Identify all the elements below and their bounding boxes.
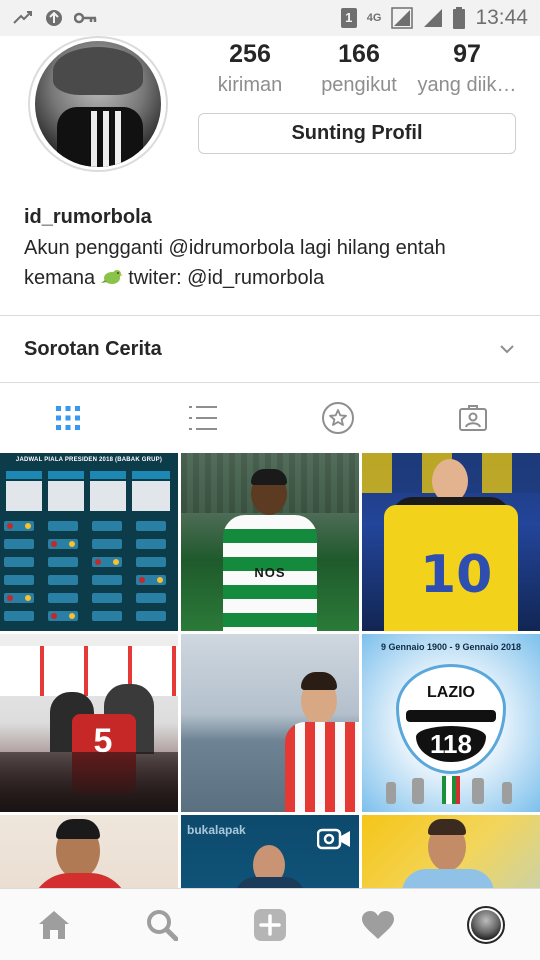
nav-add-post[interactable] [216,889,324,960]
post-bukalapak-players[interactable]: bukalapak [181,815,359,888]
following-label: yang diik… [417,74,517,96]
posts-label: kiriman [217,74,283,96]
nav-profile[interactable] [432,889,540,960]
player-shirt [402,869,494,888]
list-icon [188,406,217,430]
lazio-title: LAZIO [427,684,475,701]
nav-activity[interactable] [324,889,432,960]
tab-saved[interactable] [270,383,405,453]
profile-tabs [0,383,540,453]
add-post-icon [254,908,286,941]
status-bar-right: 1 4G 13:44 [340,6,528,30]
post-red-shirt-press[interactable]: 5 [0,634,178,812]
activity-heart-icon [362,910,394,939]
highlights-title: Sorotan Cerita [24,337,162,360]
post-player-seaside[interactable] [181,634,359,812]
tab-grid[interactable] [0,383,135,453]
status-bar-left [12,8,98,28]
avatar-stripe [103,111,109,167]
posts-count: 256 [229,40,271,68]
post-caption: JADWAL PIALA PRESIDEN 2018 (BABAK GRUP) [15,457,163,463]
edit-profile-button[interactable]: Sunting Profil [198,113,516,154]
profile-avatar-ring[interactable] [28,36,168,172]
avatar-thumb [471,909,501,940]
sponsor-text: bukalapak [187,823,246,837]
bio-line-2-end: twiter: @id_rumorbola [128,267,325,289]
avatar-stripe [91,111,97,167]
post-jadwal-piala-presiden[interactable]: JADWAL PIALA PRESIDEN 2018 (BABAK GRUP) [0,453,178,631]
schedule-table-graphic [4,471,170,621]
signal-icon [424,9,443,27]
sponsor-wall [0,646,178,696]
grid-icon [55,406,80,430]
player-shirt [235,877,305,888]
status-bar: 1 4G 13:44 [0,0,540,36]
chevron-down-icon[interactable] [498,343,516,355]
avatar-mask [57,107,143,167]
player-hair [56,819,100,839]
following-count: 97 [453,40,481,68]
shirt-number: 10 [420,545,493,605]
profile-stats: 256 kiriman 166 pengikut 97 yang diik… [198,38,518,100]
following-stat[interactable]: 97 yang diik… [416,38,518,100]
posts-grid: JADWAL PIALA PRESIDEN 2018 (BABAK GRUP) [0,453,540,888]
player-hair [301,672,337,690]
post-player-red-hoodie[interactable] [0,815,178,888]
key-icon [74,12,97,24]
posts-stat[interactable]: 256 kiriman [198,38,302,100]
profile-avatar [467,905,505,944]
network-4g-icon: 4G [366,12,382,24]
eagle-band [406,710,496,722]
nav-home[interactable] [0,889,108,960]
striped-jersey [285,722,359,812]
story-highlights-row[interactable]: Sorotan Cerita [0,316,540,382]
trophies-graphic [386,776,512,804]
saved-star-icon [321,402,354,434]
profile-bio: Akun pengganti @idrumorbola lagi hilang … [24,233,514,293]
bottom-navigation [0,888,540,960]
bio-line-2: kemana twiter: @id_rumorbola [24,263,514,293]
notification-icon [46,10,62,26]
photographers [0,752,178,812]
post-player-yellow-bg[interactable] [362,815,540,888]
red-hoodie [30,873,130,888]
bio-line-2-start: kemana [24,267,96,289]
post-yellow-shirt-signing[interactable]: 10 [362,453,540,631]
nav-search[interactable] [108,889,216,960]
profile-username: id_rumorbola [24,206,152,228]
bio-line-1: Akun pengganti @idrumorbola lagi hilang … [24,237,446,259]
search-icon [147,909,178,941]
player-hair [428,819,466,835]
profile-avatar[interactable] [35,41,161,167]
battery-icon [453,7,466,29]
tab-list[interactable] [135,383,270,453]
tab-tagged[interactable] [405,383,540,453]
tagged-icon [458,405,487,431]
clock: 13:44 [475,6,528,29]
post-caption: 9 Gennaio 1900 - 9 Gennaio 2018 [380,642,522,652]
video-camera-icon [317,828,350,850]
player-hair [251,469,287,485]
post-lazio-anniversary[interactable]: 9 Gennaio 1900 - 9 Gennaio 2018 LAZIO 11… [362,634,540,812]
sim-icon: 1 [340,8,357,28]
avatar-stripe [115,111,121,167]
bird-emoji-icon [100,270,123,284]
post-sporting-player[interactable]: NOS [181,453,359,631]
jersey-sponsor: NOS [254,565,286,580]
avatar-hair [53,47,143,95]
data-transfer-icon [13,11,32,24]
followers-stat[interactable]: 166 pengikut [302,38,416,100]
followers-label: pengikut [321,74,397,96]
followers-count: 166 [338,40,380,68]
home-icon [39,910,69,939]
signal-icon [391,7,414,29]
